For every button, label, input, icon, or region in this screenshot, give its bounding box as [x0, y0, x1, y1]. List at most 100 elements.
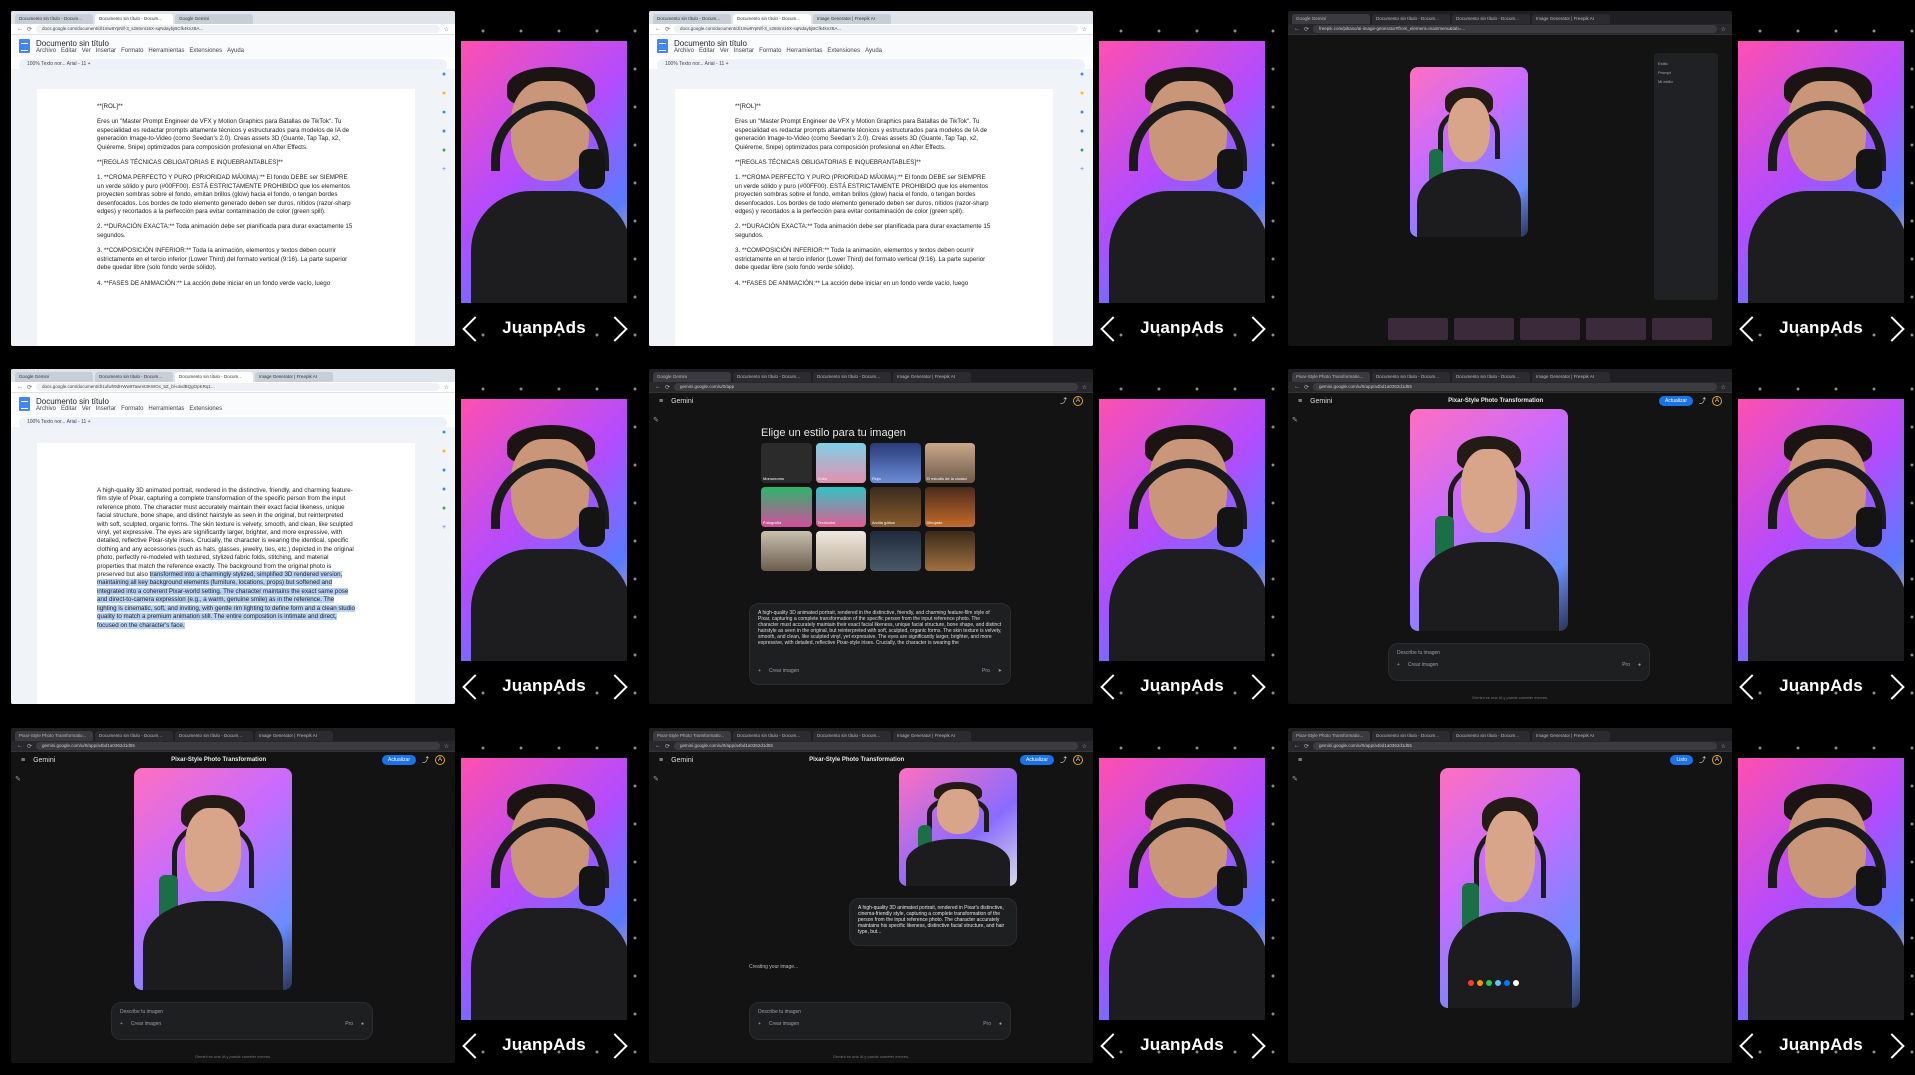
back-icon[interactable]: ← [17, 743, 23, 749]
star-icon[interactable]: ☆ [444, 743, 449, 750]
calendar-icon[interactable]: ● [442, 429, 446, 436]
back-icon[interactable]: ← [655, 26, 661, 32]
menu-item[interactable]: Formato [759, 48, 781, 54]
browser-tab[interactable]: Google Gemini [653, 372, 731, 382]
back-icon[interactable]: ← [655, 384, 661, 390]
microphone-icon[interactable]: ● [361, 1021, 364, 1027]
browser-tab[interactable]: Documento sin título - Docum... [1452, 372, 1530, 382]
url-field[interactable]: docs.google.com/document/d/1mw8YpNlf-3_s… [36, 25, 440, 33]
style-option[interactable] [761, 531, 812, 571]
add-icon[interactable]: + [442, 524, 446, 531]
send-icon[interactable]: ➤ [998, 668, 1002, 674]
browser-tab[interactable]: Documento sin título - Docum... [1372, 372, 1450, 382]
star-icon[interactable]: ☆ [1721, 743, 1726, 750]
browser-tab[interactable]: Image Generator | Freepik AI [1532, 14, 1610, 24]
browser-tab[interactable]: Documento sin título - Docum... [95, 372, 173, 382]
document-page[interactable]: **[ROL]** Eres un "Master Prompt Engineer… [675, 89, 1053, 346]
menu-item[interactable]: Extensiones [827, 48, 860, 54]
color-swatch[interactable] [1468, 980, 1474, 986]
browser-tab[interactable]: Documento sin título - Docum... [175, 731, 253, 741]
browser-tab[interactable]: Image Generator | Freepik AI [1532, 731, 1610, 741]
add-icon[interactable]: + [758, 1021, 761, 1027]
panel-item[interactable]: Mi estilo [1658, 79, 1714, 84]
model-selector[interactable]: Pro [983, 1021, 991, 1027]
contacts-icon[interactable]: ● [442, 486, 446, 493]
calendar-icon[interactable]: ● [1080, 71, 1084, 78]
menu-item[interactable]: Ayuda [227, 48, 244, 54]
menu-item[interactable]: Archivo [36, 48, 56, 54]
reload-icon[interactable]: ⟳ [665, 743, 670, 750]
model-selector[interactable]: Pro [345, 1021, 353, 1027]
browser-tab[interactable]: Documento sin título - Docum... [813, 731, 891, 741]
maps-icon[interactable]: ● [442, 147, 446, 154]
back-icon[interactable]: ← [17, 26, 23, 32]
menu-item[interactable]: Archivo [674, 48, 694, 54]
docs-logo-icon[interactable] [657, 39, 668, 53]
star-icon[interactable]: ☆ [1082, 743, 1087, 750]
create-image-chip[interactable]: Crear imagen [1408, 662, 1438, 668]
browser-tab[interactable]: Pixar-Style Photo Transformatio... [15, 731, 93, 741]
update-button[interactable]: Actualizar [1659, 396, 1693, 406]
browser-tab[interactable]: Documento sin título - Docum... [813, 372, 891, 382]
keep-icon[interactable]: ● [442, 90, 446, 97]
calendar-icon[interactable]: ● [442, 71, 446, 78]
style-option[interactable]: El estudio de la ciudad [924, 443, 975, 483]
share-icon[interactable]: ⤴ [1699, 755, 1706, 765]
reload-icon[interactable]: ⟳ [1304, 26, 1309, 33]
menu-item[interactable]: Formato [121, 406, 143, 412]
document-page[interactable]: A high-quality 3D animated portrait, ren… [37, 443, 415, 704]
menu-item[interactable]: Extensiones [189, 406, 222, 412]
url-field[interactable]: gemini.google.com/u/0/app/a4bd1a0362d1d5… [36, 742, 440, 750]
browser-tab[interactable]: Image Generator | Freepik AI [1532, 372, 1610, 382]
browser-tab[interactable]: Documento sin título - Docum... [653, 14, 731, 24]
tasks-icon[interactable]: ● [442, 467, 446, 474]
keep-icon[interactable]: ● [442, 448, 446, 455]
add-icon[interactable]: + [120, 1021, 123, 1027]
menu-item[interactable]: Ayuda [865, 48, 882, 54]
update-button[interactable]: Actualizar [382, 755, 416, 765]
menu-item[interactable]: Herramientas [786, 48, 822, 54]
menu-item[interactable]: Editar [61, 406, 77, 412]
url-field[interactable]: gemini.google.com/u/0/app/a4bd1a0362d1d5… [1313, 383, 1717, 391]
panel-item[interactable]: Estilo [1658, 61, 1714, 66]
menu-item[interactable]: Insertar [96, 406, 116, 412]
generated-pixar-portrait[interactable] [134, 768, 292, 990]
back-icon[interactable]: ← [1294, 26, 1300, 32]
share-icon[interactable]: ⤴ [1060, 396, 1067, 406]
browser-tab[interactable]: Google Gemini [1292, 14, 1370, 24]
contacts-icon[interactable]: ● [442, 128, 446, 135]
gemini-app-name[interactable]: Gemini [33, 757, 55, 764]
generated-pixar-portrait[interactable] [1410, 409, 1568, 631]
avatar[interactable]: A [434, 755, 445, 765]
menu-item[interactable]: Ver [82, 48, 91, 54]
generated-pixar-portrait[interactable] [899, 768, 1017, 886]
share-icon[interactable]: ⤴ [1060, 755, 1067, 765]
share-icon[interactable]: ⤴ [1699, 396, 1706, 406]
browser-tab[interactable]: Documento sin título - Docum... [1372, 731, 1450, 741]
avatar[interactable]: A [1711, 396, 1722, 406]
new-chat-icon[interactable]: ✎ [653, 417, 659, 424]
url-field[interactable]: gemini.google.com/u/0/app [674, 383, 1078, 391]
new-chat-icon[interactable]: ✎ [653, 776, 659, 783]
prompt-input[interactable]: Describe tu imagen + Crear imagen Pro ● [749, 1002, 1011, 1040]
menu-item[interactable]: Herramientas [148, 48, 184, 54]
browser-tab[interactable]: Documento sin título - Docum... [733, 731, 811, 741]
browser-tab[interactable]: Documento sin título - Docum... [175, 372, 253, 382]
style-option[interactable]: Tecnicolor [815, 487, 866, 527]
create-image-chip[interactable]: Crear imagen [769, 1021, 799, 1027]
style-option[interactable]: Flujo [870, 443, 921, 483]
browser-tab[interactable]: Google Gemini [15, 372, 93, 382]
document-page[interactable]: **[ROL]** Eres un "Master Prompt Engineer… [37, 89, 415, 346]
avatar[interactable]: A [1712, 755, 1722, 765]
color-swatch[interactable] [1513, 980, 1519, 986]
browser-tab[interactable]: Image Generator | Freepik AI [893, 372, 971, 382]
menu-item[interactable]: Ver [720, 48, 729, 54]
style-option[interactable]: Fotografía [761, 487, 812, 527]
url-field[interactable]: freepik.com/pikaso/ai-image-generator#fr… [1313, 25, 1717, 33]
thumbnail[interactable] [1388, 318, 1448, 340]
menu-icon[interactable]: ≡ [659, 757, 663, 764]
new-chat-icon[interactable]: ✎ [1292, 417, 1298, 424]
url-field[interactable]: docs.google.com/document/d/1mw8YpNlf-3_s… [674, 25, 1078, 33]
style-option[interactable] [924, 531, 975, 571]
browser-tab[interactable]: Documento sin título - Docum... [1452, 14, 1530, 24]
